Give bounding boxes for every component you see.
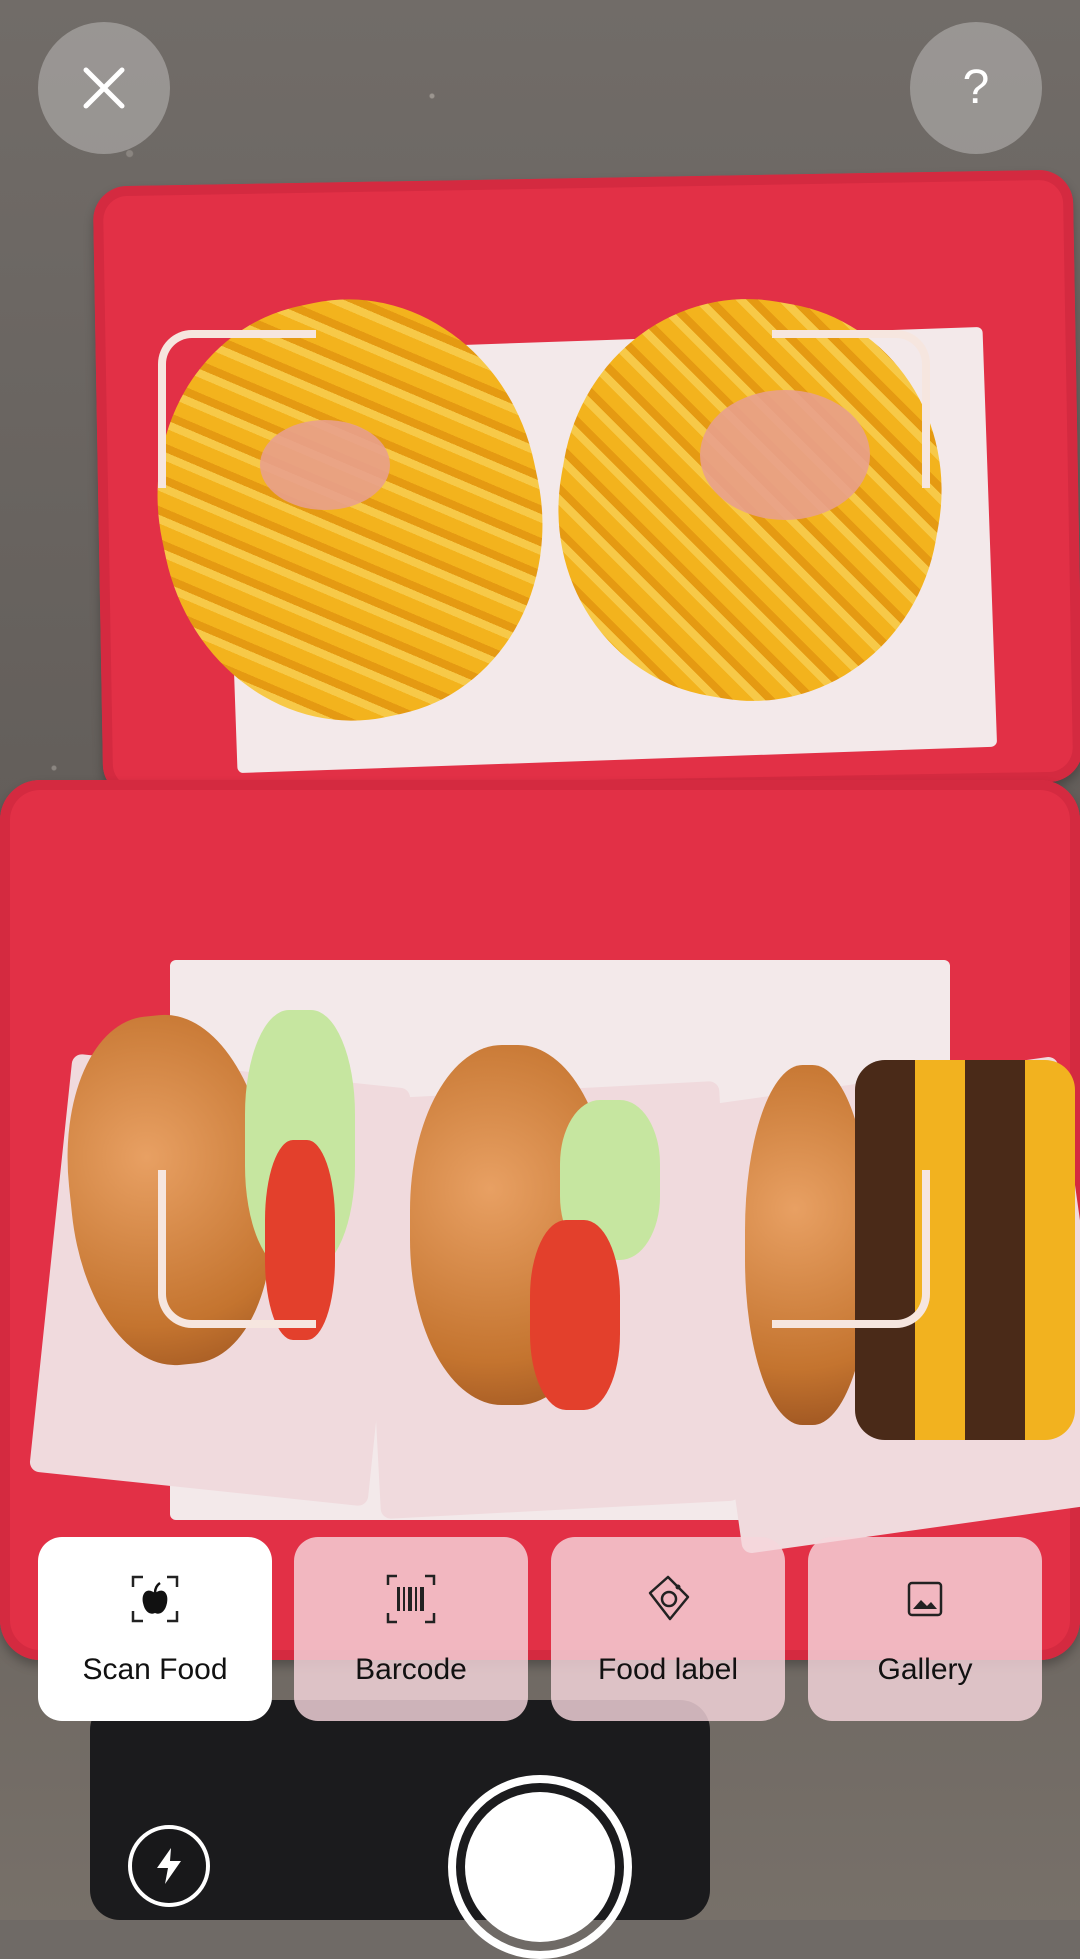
scan-frame-corner-top-right	[772, 330, 930, 488]
barcode-button[interactable]: Barcode	[294, 1537, 528, 1721]
barcode-icon	[385, 1573, 437, 1625]
help-label: ?	[962, 61, 990, 114]
gallery-button[interactable]: Gallery	[808, 1537, 1042, 1721]
scan-frame-corner-top-left	[158, 330, 316, 488]
scan-frame-corner-bottom-right	[772, 1170, 930, 1328]
gallery-icon	[899, 1573, 951, 1625]
scan-food-icon	[129, 1573, 181, 1625]
flash-icon	[157, 1848, 181, 1884]
help-button[interactable]: ?	[910, 22, 1042, 154]
flash-button[interactable]	[128, 1825, 210, 1907]
scan-mode-bar: Scan Food Barcode Food label Gallery	[38, 1537, 1042, 1721]
close-button[interactable]	[38, 22, 170, 154]
barcode-label: Barcode	[355, 1653, 467, 1686]
shutter-button[interactable]	[448, 1775, 632, 1959]
burger-tomato-2	[530, 1220, 620, 1410]
gallery-label: Gallery	[877, 1653, 973, 1686]
scan-food-label: Scan Food	[82, 1653, 228, 1686]
food-label-icon	[642, 1573, 694, 1625]
food-label-label: Food label	[597, 1653, 739, 1686]
food-label-button[interactable]: Food label	[551, 1537, 785, 1721]
scan-food-button[interactable]: Scan Food	[38, 1537, 272, 1721]
scan-frame-corner-bottom-left	[158, 1170, 316, 1328]
close-icon	[83, 67, 125, 109]
